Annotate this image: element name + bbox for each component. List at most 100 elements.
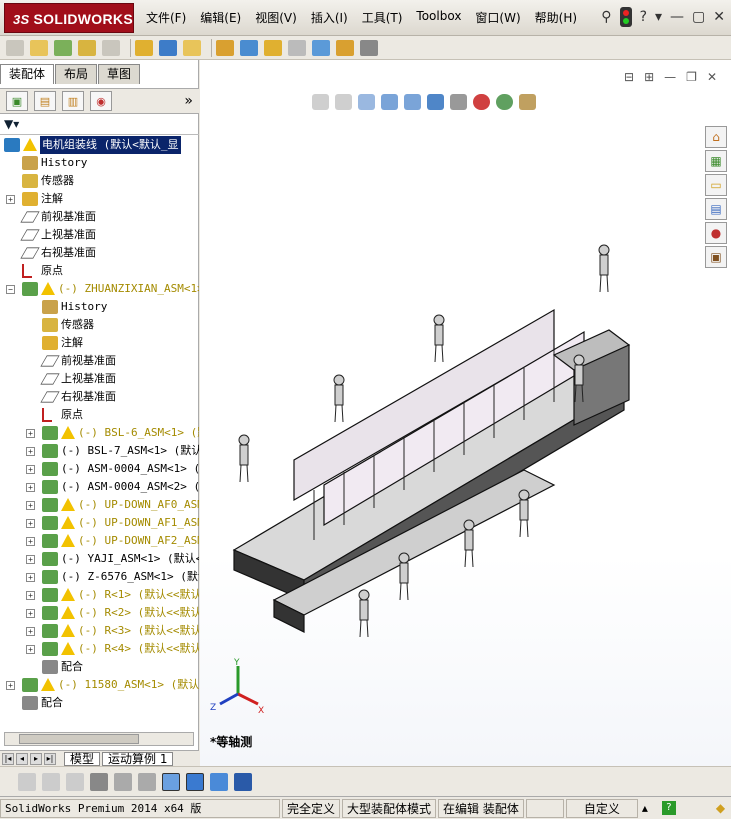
linear-pattern-icon[interactable]	[66, 772, 84, 791]
tree-node[interactable]: 原点	[0, 262, 199, 280]
assembly-model-view[interactable]	[224, 240, 634, 660]
view-orientation-icon[interactable]	[404, 94, 421, 110]
tab-sketch[interactable]: 草图	[98, 64, 141, 84]
doc-close-icon[interactable]: ✕	[707, 70, 717, 84]
graphics-area[interactable]: ⊟ ⊞ — ❐ ✕ ⌂ ▦ ▭ ▤ ● ▣ Y X Z *等轴测	[200, 60, 731, 768]
tree-node[interactable]: + (-) Z-6576_ASM<1> (默认	[0, 568, 199, 586]
grid-icon[interactable]	[114, 772, 132, 791]
prev-tab-icon[interactable]: ◂	[16, 752, 28, 765]
horizontal-scrollbar[interactable]	[4, 732, 194, 746]
tree-node[interactable]: 右视基准面	[0, 244, 199, 262]
apply-scene-icon[interactable]	[496, 94, 513, 110]
file-explorer-icon[interactable]: ▭	[705, 174, 727, 196]
menu-view[interactable]: 视图(V)	[255, 9, 297, 26]
tree-node[interactable]: 注解	[0, 334, 199, 352]
tree-node[interactable]: + (-) ASM-0004_ASM<2> (默	[0, 478, 199, 496]
tree-node[interactable]: + (-) YAJI_ASM<1> (默认<	[0, 550, 199, 568]
close-icon[interactable]: ✕	[713, 9, 725, 25]
undo-icon[interactable]	[102, 39, 120, 56]
transfer-icon[interactable]	[138, 772, 156, 791]
tree-node[interactable]: + (-) R<1> (默认<<默认	[0, 586, 199, 604]
drawing-icon[interactable]	[360, 39, 378, 56]
doc-minimize-icon[interactable]: —	[664, 70, 676, 84]
display-manager-icon[interactable]: ◉	[90, 91, 112, 111]
new-icon[interactable]	[6, 39, 24, 56]
expand-icon[interactable]: +	[26, 591, 35, 600]
tree-node[interactable]: + (-) BSL-7_ASM<1> (默认	[0, 442, 199, 460]
tree-node[interactable]: + (-) UP-DOWN_AF2_ASM<	[0, 532, 199, 550]
configuration-manager-icon[interactable]: ▥	[62, 91, 84, 111]
tree-node[interactable]: − (-) ZHUANZIXIAN_ASM<1> (	[0, 280, 199, 298]
expand-icon[interactable]: +	[26, 447, 35, 456]
expand-icon[interactable]: +	[26, 483, 35, 492]
expand-icon[interactable]: +	[26, 555, 35, 564]
pin-icon[interactable]: ⚲	[601, 9, 611, 25]
menu-window[interactable]: 窗口(W)	[475, 9, 520, 26]
open-icon[interactable]	[30, 39, 48, 56]
tree-node[interactable]: + (-) BSL-6_ASM<1> (默	[0, 424, 199, 442]
design-library-icon[interactable]: ▦	[705, 150, 727, 172]
view-palette-icon[interactable]: ▤	[705, 198, 727, 220]
expand-icon[interactable]: +	[26, 627, 35, 636]
tree-node[interactable]: 原点	[0, 406, 199, 424]
units-dropdown-icon[interactable]: ▴	[642, 801, 648, 815]
appearances-icon[interactable]: ●	[705, 222, 727, 244]
restore-icon[interactable]: ▢	[692, 9, 705, 25]
help-status-icon[interactable]: ?	[661, 801, 676, 815]
insert-component-icon[interactable]	[135, 39, 153, 56]
tree-node[interactable]: + (-) R<2> (默认<<默认	[0, 604, 199, 622]
tree-node[interactable]: + (-) UP-DOWN_AF1_ASM<	[0, 514, 199, 532]
tree-node[interactable]: 上视基准面	[0, 226, 199, 244]
solidworks-logo[interactable]: 3S SOLIDWORKS	[4, 3, 134, 33]
tree-node[interactable]: 上视基准面	[0, 370, 199, 388]
split-vertical-icon[interactable]: ⊞	[644, 70, 654, 84]
tree-node[interactable]: + (-) UP-DOWN_AF0_ASM<	[0, 496, 199, 514]
expand-icon[interactable]: +	[26, 501, 35, 510]
menu-toolbox[interactable]: Toolbox	[416, 9, 461, 26]
expand-icon[interactable]: +	[26, 573, 35, 582]
save-view-icon[interactable]	[234, 772, 252, 791]
save-icon[interactable]	[54, 39, 72, 56]
expand-icon[interactable]: +	[6, 681, 15, 690]
options-icon[interactable]	[216, 39, 234, 56]
more-tabs-icon[interactable]: »	[184, 93, 193, 109]
previous-view-icon[interactable]	[358, 94, 375, 110]
dropdown-icon[interactable]: ▾	[655, 9, 662, 25]
interference-icon[interactable]	[288, 39, 306, 56]
zoom-to-fit-icon[interactable]	[312, 94, 329, 110]
tree-node[interactable]: 前视基准面	[0, 352, 199, 370]
minimize-icon[interactable]: —	[670, 9, 684, 25]
custom-properties-icon[interactable]: ▣	[705, 246, 727, 268]
list-icon[interactable]	[90, 772, 108, 791]
rebuild-icon[interactable]	[240, 39, 258, 56]
scrollbar-thumb[interactable]	[19, 734, 139, 744]
tab-motion-study[interactable]: 运动算例 1	[102, 751, 174, 766]
mate-icon[interactable]	[159, 39, 177, 56]
explode-icon[interactable]	[264, 39, 282, 56]
rebuild-status-icon[interactable]	[619, 7, 632, 27]
collapse-icon[interactable]: −	[6, 285, 15, 294]
solidworks-resources-icon[interactable]: ⌂	[705, 126, 727, 148]
split-horizontal-icon[interactable]: ⊟	[624, 70, 634, 84]
section-icon[interactable]	[336, 39, 354, 56]
status-units[interactable]: 自定义	[565, 798, 638, 818]
menu-file[interactable]: 文件(F)	[146, 9, 186, 26]
expand-icon[interactable]: +	[26, 645, 35, 654]
expand-icon[interactable]: +	[26, 519, 35, 528]
section-view-icon[interactable]	[381, 94, 398, 110]
menu-insert[interactable]: 插入(I)	[311, 9, 348, 26]
tree-node[interactable]: 配合	[0, 658, 199, 676]
print-icon[interactable]	[78, 39, 96, 56]
tree-node[interactable]: + (-) R<4> (默认<<默认	[0, 640, 199, 658]
feature-manager-icon[interactable]: ▣	[6, 91, 28, 111]
menu-tools[interactable]: 工具(T)	[362, 9, 403, 26]
tab-model[interactable]: 模型	[64, 751, 101, 766]
move-component-icon[interactable]	[183, 39, 201, 56]
table-icon[interactable]	[210, 772, 228, 791]
measure-icon[interactable]	[312, 39, 330, 56]
component-icon[interactable]	[18, 772, 36, 791]
filter-icon[interactable]: ▼▾	[4, 117, 19, 131]
expand-icon[interactable]: +	[26, 429, 35, 438]
expand-icon[interactable]: +	[26, 609, 35, 618]
edit-appearance-icon[interactable]	[473, 94, 490, 110]
